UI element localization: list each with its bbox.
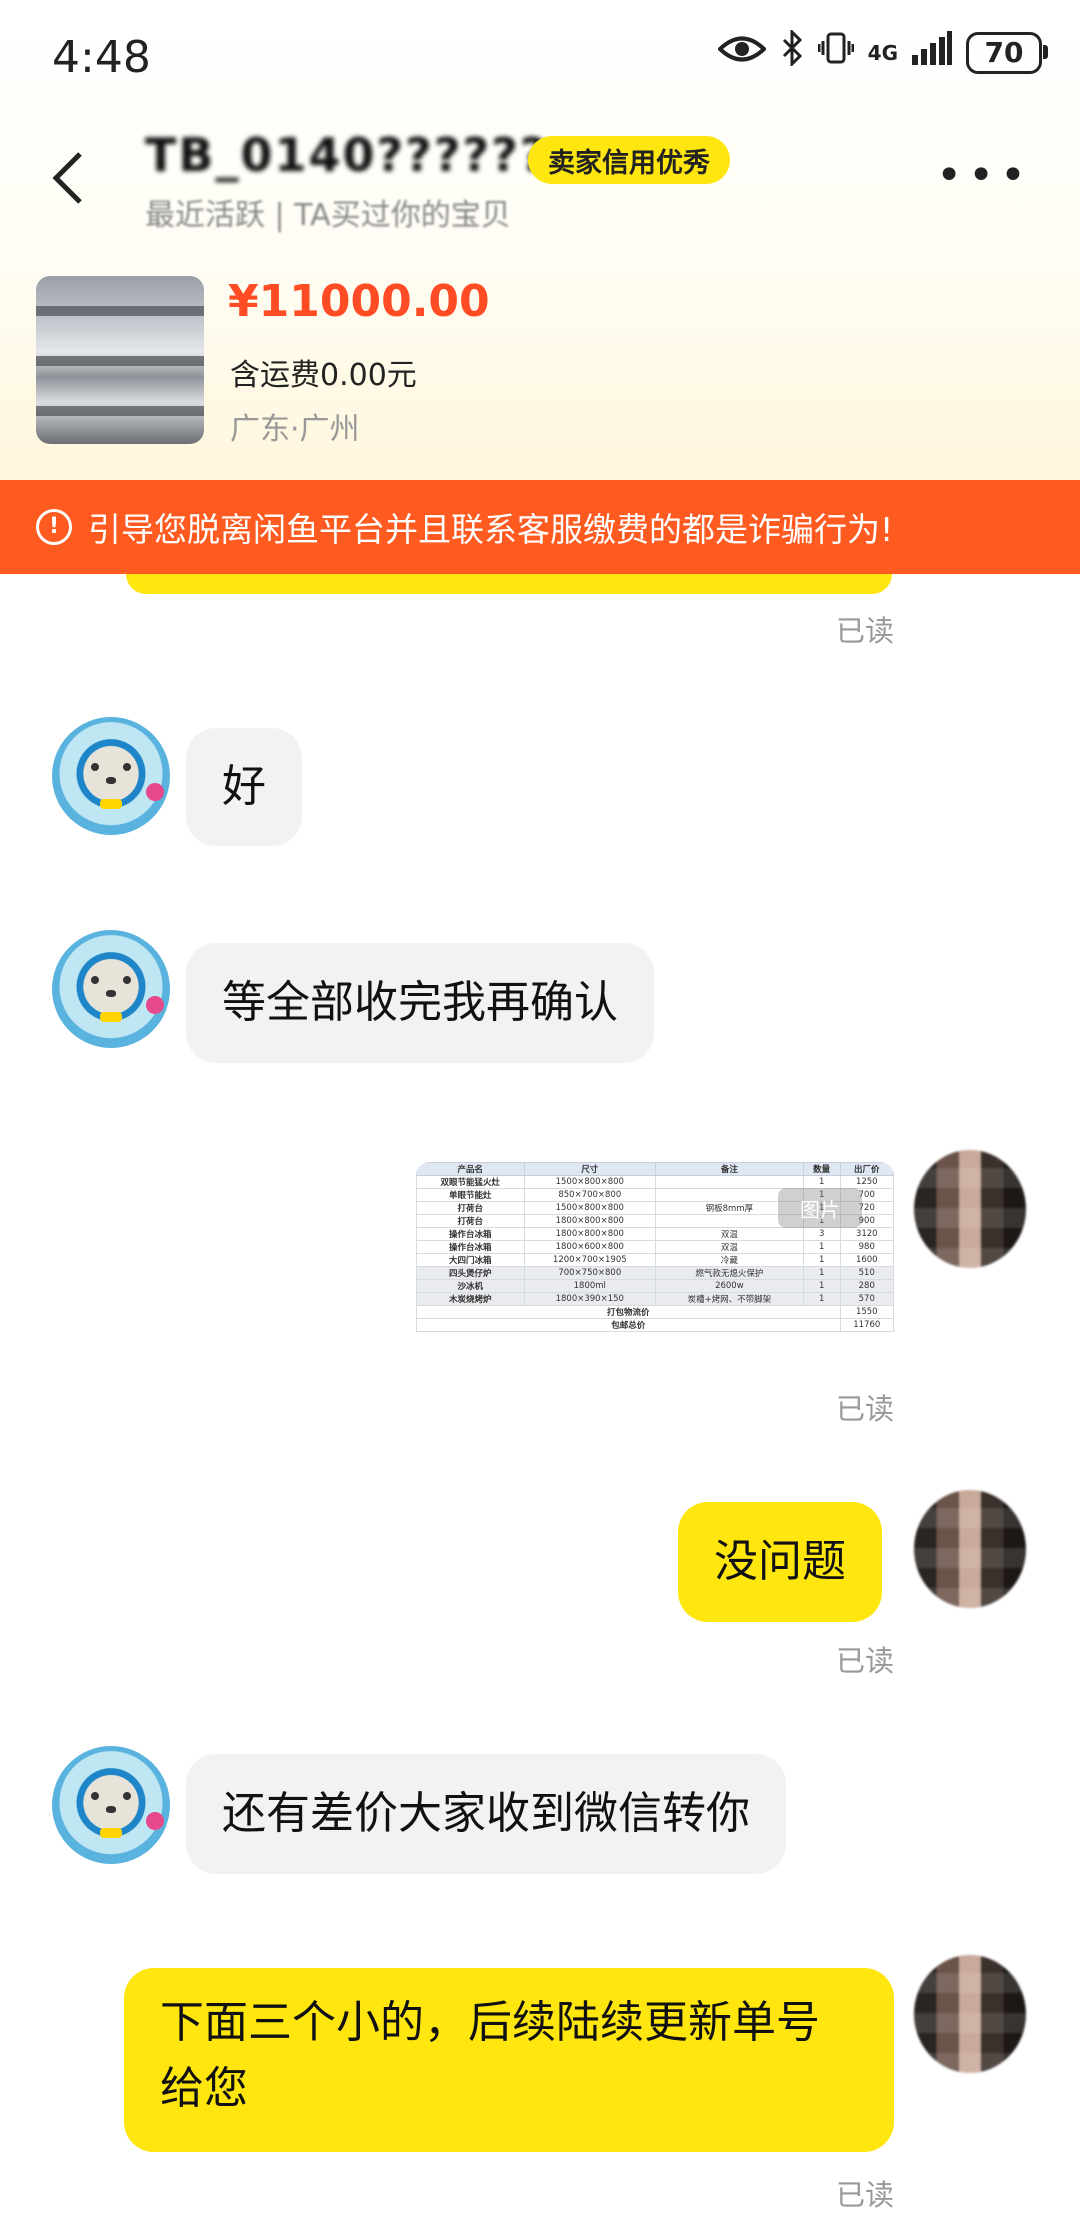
message-incoming: 还有差价大家收到微信转你 xyxy=(186,1754,786,1874)
sheet-cell: 3120 xyxy=(839,1227,894,1241)
product-location: 广东·广州 xyxy=(230,412,360,447)
sheet-cell: 操作台冰箱 xyxy=(416,1240,525,1254)
sheet-cell: 燃气款无熄火保护 xyxy=(654,1266,804,1280)
warning-text: 引导您脱离闲鱼平台并且联系客服缴费的都是诈骗行为! xyxy=(88,510,894,549)
sheet-footer-label: 打包物流价 xyxy=(416,1305,841,1319)
sheet-footer-value: 11760 xyxy=(839,1318,894,1332)
sheet-cell: 510 xyxy=(839,1266,894,1280)
message-incoming: 好 xyxy=(186,728,302,846)
sheet-cell: 1800×800×800 xyxy=(523,1214,656,1228)
sheet-cell: 操作台冰箱 xyxy=(416,1227,525,1241)
read-receipt: 已读 xyxy=(836,1392,895,1426)
read-receipt: 已读 xyxy=(836,614,895,648)
sheet-row: 木炭烧烤炉 1800×390×150 炭槽+烤网、不带脚架 1 570 xyxy=(416,1292,894,1306)
status-time: 4:48 xyxy=(52,32,151,83)
sheet-cell: 双温 xyxy=(654,1227,804,1241)
battery-icon: 70 xyxy=(966,31,1048,74)
alert-icon: ! xyxy=(36,509,72,545)
contact-avatar[interactable] xyxy=(52,1746,170,1864)
message-incoming: 等全部收完我再确认 xyxy=(186,943,654,1063)
read-receipt: 已读 xyxy=(836,2178,895,2212)
sheet-row: 大四门冰箱 1200×700×1905 冷藏 1 1600 xyxy=(416,1253,894,1267)
chevron-left-icon xyxy=(52,152,82,204)
signal-icon xyxy=(912,31,952,74)
contact-avatar[interactable] xyxy=(52,930,170,1048)
sheet-footer-row: 包邮总价 11760 xyxy=(416,1318,894,1332)
product-price: ¥11000.00 xyxy=(228,276,490,327)
sheet-header: 产品名 xyxy=(416,1162,525,1176)
sheet-cell: 1800×800×800 xyxy=(523,1227,656,1241)
sheet-cell: 1 xyxy=(802,1266,841,1280)
sheet-cell: 炭槽+烤网、不带脚架 xyxy=(654,1292,804,1306)
sheet-footer-row: 打包物流价 1550 xyxy=(416,1305,894,1319)
sheet-row: 沙冰机 1800ml 2600w 1 280 xyxy=(416,1279,894,1293)
sheet-cell: 大四门冰箱 xyxy=(416,1253,525,1267)
back-button[interactable] xyxy=(48,148,94,208)
credit-badge: 卖家信用优秀 xyxy=(528,136,730,184)
my-avatar[interactable] xyxy=(914,1490,1026,1608)
contact-avatar[interactable] xyxy=(52,717,170,835)
sheet-row: 操作台冰箱 1800×800×800 双温 3 3120 xyxy=(416,1227,894,1241)
sheet-cell: 2600w xyxy=(654,1279,804,1293)
sheet-row: 四头煲仔炉 700×750×800 燃气款无熄火保护 1 510 xyxy=(416,1266,894,1280)
sheet-cell: 双温 xyxy=(654,1240,804,1254)
sheet-row: 双眼节能猛火灶 1500×800×800 1 1250 xyxy=(416,1175,894,1189)
sheet-cell: 980 xyxy=(839,1240,894,1254)
sheet-cell: 打荷台 xyxy=(416,1201,525,1215)
sheet-header: 出厂价 xyxy=(839,1162,894,1176)
read-receipt: 已读 xyxy=(836,1644,895,1678)
sheet-header: 数量 xyxy=(802,1162,841,1176)
message-outgoing: 下面三个小的，后续陆续更新单号给您 xyxy=(124,1968,894,2152)
more-options-button[interactable]: ••• xyxy=(936,150,1032,201)
sheet-cell: 1250 xyxy=(839,1175,894,1189)
sheet-cell: 四头煲仔炉 xyxy=(416,1266,525,1280)
sheet-cell: 1200×700×1905 xyxy=(523,1253,656,1267)
sheet-cell: 1 xyxy=(802,1292,841,1306)
sheet-cell: 700×750×800 xyxy=(523,1266,656,1280)
sheet-cell: 1 xyxy=(802,1253,841,1267)
my-avatar[interactable] xyxy=(914,1150,1026,1268)
sheet-cell: 木炭烧烤炉 xyxy=(416,1292,525,1306)
price-sheet-image[interactable]: 产品名 尺寸 备注 数量 出厂价 双眼节能猛火灶 1500×800×800 1 125… xyxy=(416,1162,894,1366)
sheet-cell xyxy=(654,1175,804,1189)
fraud-warning-banner: ! 引导您脱离闲鱼平台并且联系客服缴费的都是诈骗行为! xyxy=(0,480,1080,574)
sheet-cell: 3 xyxy=(802,1227,841,1241)
sheet-cell: 1500×800×800 xyxy=(523,1175,656,1189)
bluetooth-icon xyxy=(780,28,804,75)
sheet-cell: 打荷台 xyxy=(416,1214,525,1228)
sheet-cell: 单眼节能灶 xyxy=(416,1188,525,1202)
previous-message-bubble xyxy=(126,574,892,594)
sheet-cell: 1800ml xyxy=(523,1279,656,1293)
sheet-cell: 1 xyxy=(802,1240,841,1254)
seller-subtitle: 最近活跃 | TA买过你的宝贝 xyxy=(145,198,511,233)
sheet-header: 备注 xyxy=(654,1162,804,1176)
sheet-cell: 双眼节能猛火灶 xyxy=(416,1175,525,1189)
sheet-cell: 570 xyxy=(839,1292,894,1306)
product-thumbnail[interactable] xyxy=(36,276,204,444)
sheet-footer-label: 包邮总价 xyxy=(416,1318,841,1332)
seller-name[interactable]: TB_0140?????? xyxy=(145,128,549,182)
sheet-cell: 850×700×800 xyxy=(523,1188,656,1202)
sheet-cell: 沙冰机 xyxy=(416,1279,525,1293)
image-tag: 图片 xyxy=(778,1188,862,1228)
sheet-cell: 1 xyxy=(802,1175,841,1189)
vibrate-icon xyxy=(817,31,855,74)
status-icons: 4G 70 xyxy=(716,28,1048,75)
sheet-cell: 冷藏 xyxy=(654,1253,804,1267)
sheet-cell: 1600 xyxy=(839,1253,894,1267)
eye-icon xyxy=(716,32,767,73)
sheet-row: 操作台冰箱 1800×600×800 双温 1 980 xyxy=(416,1240,894,1254)
sheet-cell: 1500×800×800 xyxy=(523,1201,656,1215)
message-outgoing: 没问题 xyxy=(678,1502,882,1622)
sheet-cell: 1 xyxy=(802,1279,841,1293)
product-shipping: 含运费0.00元 xyxy=(230,358,417,393)
sheet-cell: 1800×600×800 xyxy=(523,1240,656,1254)
my-avatar[interactable] xyxy=(914,1955,1026,2073)
sheet-footer-value: 1550 xyxy=(839,1305,894,1319)
sheet-header: 尺寸 xyxy=(523,1162,656,1176)
network-type: 4G xyxy=(867,40,898,65)
sheet-cell: 280 xyxy=(839,1279,894,1293)
sheet-cell: 1800×390×150 xyxy=(523,1292,656,1306)
